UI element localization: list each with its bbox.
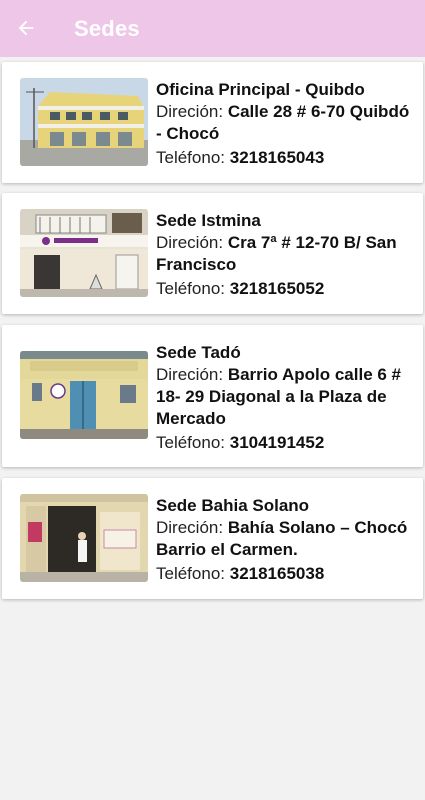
sede-name: Oficina Principal - Quibdo [156,80,365,99]
sede-name: Sede Bahia Solano [156,496,310,515]
sede-info: Sede Bahia Solano Direción: Bahía Solano… [156,494,413,585]
phone-value: 3218165043 [229,148,325,167]
sede-phone: Teléfono: 3218165052 [156,278,413,300]
sede-card-tado[interactable]: Sede Tadó Direción: Barrio Apolo calle 6… [2,325,423,467]
sede-address: Direción: Calle 28 # 6-70 Quibdó - Chocó [156,101,413,145]
back-button[interactable] [12,14,40,42]
sede-name: Sede Tadó [156,343,241,362]
sede-info: Oficina Principal - Quibdo Direción: Cal… [156,78,413,169]
sede-address: Direción: Bahía Solano – Chocó Barrio el… [156,517,413,561]
sede-name: Sede Istmina [156,211,261,230]
sede-address: Direción: Barrio Apolo calle 6 # 18- 29 … [156,364,413,430]
address-label: Direción: [156,518,228,537]
phone-label: Teléfono: [156,148,230,167]
sede-card-bahia-solano[interactable]: Sede Bahia Solano Direción: Bahía Solano… [2,478,423,599]
sede-info: Sede Istmina Direción: Cra 7ª # 12-70 B/… [156,209,413,300]
sede-photo [20,78,148,166]
page-title: Sedes [74,16,140,41]
phone-value: 3104191452 [229,433,325,452]
phone-label: Teléfono: [156,279,230,298]
app-bar: Sedes [0,0,425,57]
arrow-left-icon [18,20,34,36]
sede-address: Direción: Cra 7ª # 12-70 B/ San Francisc… [156,232,413,276]
address-label: Direción: [156,233,228,252]
sede-phone: Teléfono: 3104191452 [156,432,413,454]
sede-phone: Teléfono: 3218165043 [156,147,413,169]
phone-label: Teléfono: [156,433,230,452]
address-label: Direción: [156,102,228,121]
phone-value: 3218165038 [229,564,325,583]
phone-value: 3218165052 [229,279,325,298]
sede-card-quibdo[interactable]: Oficina Principal - Quibdo Direción: Cal… [2,62,423,183]
sede-card-istmina[interactable]: Sede Istmina Direción: Cra 7ª # 12-70 B/… [2,193,423,314]
phone-label: Teléfono: [156,564,230,583]
sede-photo [20,351,148,439]
sede-phone: Teléfono: 3218165038 [156,563,413,585]
address-label: Direción: [156,365,228,384]
sede-photo [20,494,148,582]
sede-info: Sede Tadó Direción: Barrio Apolo calle 6… [156,341,413,454]
sede-photo [20,209,148,297]
